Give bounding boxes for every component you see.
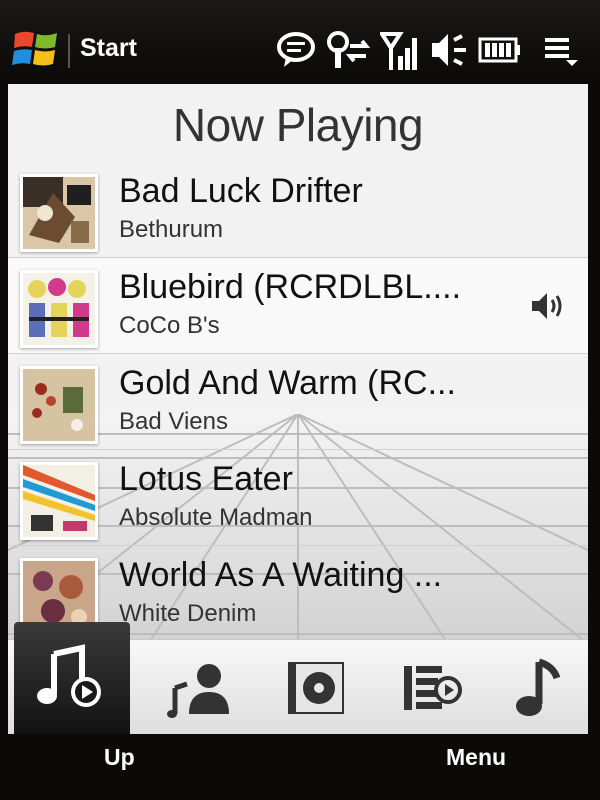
up-softkey[interactable]: Up (104, 744, 135, 771)
now-playing-icon (37, 643, 101, 707)
notification-list-icon[interactable] (542, 30, 582, 70)
track-title: World As A Waiting ... (119, 556, 443, 594)
start-label[interactable]: Start (80, 34, 137, 63)
tab-now-playing[interactable] (14, 622, 130, 734)
album-art (20, 270, 98, 348)
track-row[interactable]: Gold And Warm (RC... Bad Viens (8, 354, 588, 450)
signal-icon[interactable] (380, 30, 420, 70)
albums-icon (288, 661, 344, 714)
playlists-icon (404, 665, 462, 710)
menu-softkey[interactable]: Menu (446, 744, 506, 771)
track-artist: Bethurum (119, 216, 224, 243)
track-row[interactable]: Lotus Eater Absolute Madman (8, 450, 588, 546)
track-title: Bad Luck Drifter (119, 172, 363, 210)
artists-icon (167, 663, 229, 718)
status-bar: Start (0, 0, 600, 84)
message-icon[interactable] (276, 30, 316, 70)
track-artist: Bad Viens (119, 408, 228, 435)
album-art (20, 174, 98, 252)
tab-artists[interactable] (144, 640, 260, 734)
track-title: Lotus Eater (119, 460, 293, 498)
tab-playlists[interactable] (374, 640, 490, 734)
windows-logo[interactable] (12, 26, 60, 72)
track-title: Bluebird (RCRDLBL.... (119, 268, 462, 306)
volume-mute-icon[interactable] (428, 30, 468, 70)
tab-albums[interactable] (258, 640, 374, 734)
track-row[interactable]: Bluebird (RCRDLBL.... CoCo B's (8, 258, 588, 354)
track-artist: CoCo B's (119, 312, 220, 339)
track-title: Gold And Warm (RC... (119, 364, 456, 402)
album-art (20, 366, 98, 444)
track-row[interactable]: Bad Luck Drifter Bethurum (8, 162, 588, 258)
battery-icon[interactable] (478, 30, 522, 70)
tab-bar (8, 622, 588, 734)
now-playing-screen: Now Playing Bad Luck Drifter Bethurum Bl… (8, 84, 588, 734)
songs-icon (516, 658, 561, 716)
album-art (20, 462, 98, 540)
now-playing-speaker-icon (532, 293, 562, 319)
data-connection-icon[interactable] (326, 30, 370, 70)
track-artist: White Denim (119, 600, 257, 627)
start-separator (68, 34, 70, 68)
page-title: Now Playing (172, 99, 424, 151)
track-artist: Absolute Madman (119, 504, 313, 531)
tab-songs[interactable] (480, 640, 588, 734)
